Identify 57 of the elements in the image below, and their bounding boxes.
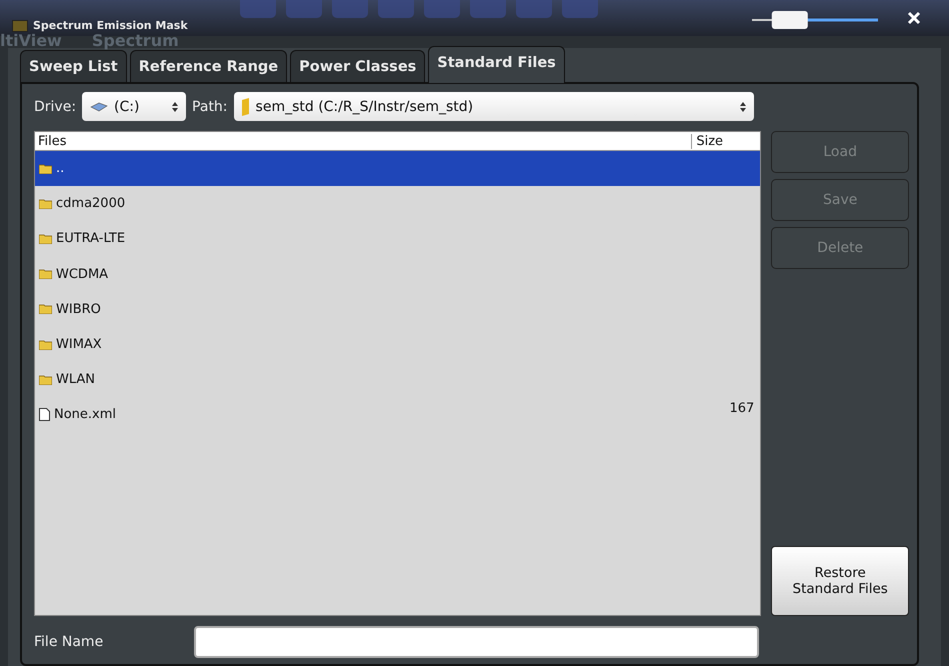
path-label: Path:	[192, 98, 228, 114]
toolbar-icon[interactable]	[562, 0, 598, 18]
drive-label: Drive:	[34, 98, 76, 114]
column-header[interactable]: Size	[691, 134, 760, 148]
file-name: None.xml	[54, 407, 116, 422]
folder-icon	[39, 198, 52, 209]
file-size: 167	[730, 401, 754, 416]
toolbar-icon[interactable]	[332, 0, 368, 18]
file-name-field[interactable]	[194, 626, 759, 658]
folder-icon	[39, 374, 52, 385]
folder-icon	[242, 98, 250, 116]
file-row[interactable]: WIBRO	[35, 292, 760, 327]
background-tab-label: ltiView	[0, 34, 62, 48]
file-row[interactable]: WCDMA	[35, 256, 760, 292]
window-title: Spectrum Emission Mask	[33, 19, 188, 32]
toolbar-icon[interactable]	[286, 0, 322, 18]
folder-icon	[39, 304, 52, 314]
toolbar-icon[interactable]	[240, 0, 276, 18]
folder-icon	[39, 340, 52, 350]
file-name: cdma2000	[56, 196, 126, 212]
file-row[interactable]: WLAN	[35, 362, 760, 398]
toolbar-icon[interactable]	[378, 0, 414, 18]
path-dropdown[interactable]: sem_std (C:/R_S/Instr/sem_std)	[234, 92, 754, 121]
file-name: WCDMA	[56, 266, 108, 282]
file-row[interactable]: ..	[35, 151, 760, 186]
file-row[interactable]: WIMAX	[35, 326, 760, 362]
file-name-label: File Name	[34, 634, 104, 650]
folder-icon	[39, 234, 52, 244]
spinner-icon	[740, 102, 746, 112]
toolbar-icon[interactable]	[470, 0, 506, 18]
tab[interactable]: Sweep List	[20, 50, 127, 82]
background-tab-label: Spectrum	[92, 34, 179, 48]
tab[interactable]: Reference Range	[130, 50, 288, 82]
close-icon	[907, 11, 921, 25]
transparency-slider[interactable]	[750, 10, 880, 30]
file-icon	[39, 408, 50, 422]
spinner-icon	[172, 102, 178, 112]
restore-button[interactable]: Restore Standard Files	[771, 546, 909, 616]
column-header[interactable]: Files	[35, 134, 692, 148]
file-row[interactable]: EUTRA-LTE	[35, 221, 760, 257]
drive-dropdown[interactable]: (C:)	[82, 92, 186, 121]
tab[interactable]: Power Classes	[290, 50, 426, 82]
file-row[interactable]: cdma2000	[35, 186, 760, 222]
toolbar-icon[interactable]	[516, 0, 552, 18]
file-name: WLAN	[56, 372, 96, 388]
tab[interactable]: Standard Files	[428, 46, 565, 83]
slider-thumb[interactable]	[772, 11, 808, 29]
folder-icon	[39, 164, 52, 174]
toolbar-icon[interactable]	[424, 0, 460, 18]
file-name: ..	[56, 161, 64, 176]
file-name: EUTRA-LTE	[56, 231, 126, 246]
file-row[interactable]: None.xml 167	[35, 397, 760, 432]
folder-icon	[39, 269, 52, 280]
file-name: WIMAX	[56, 337, 102, 352]
app-icon	[12, 20, 28, 32]
file-name: WIBRO	[56, 302, 101, 317]
drive-icon	[90, 102, 108, 112]
